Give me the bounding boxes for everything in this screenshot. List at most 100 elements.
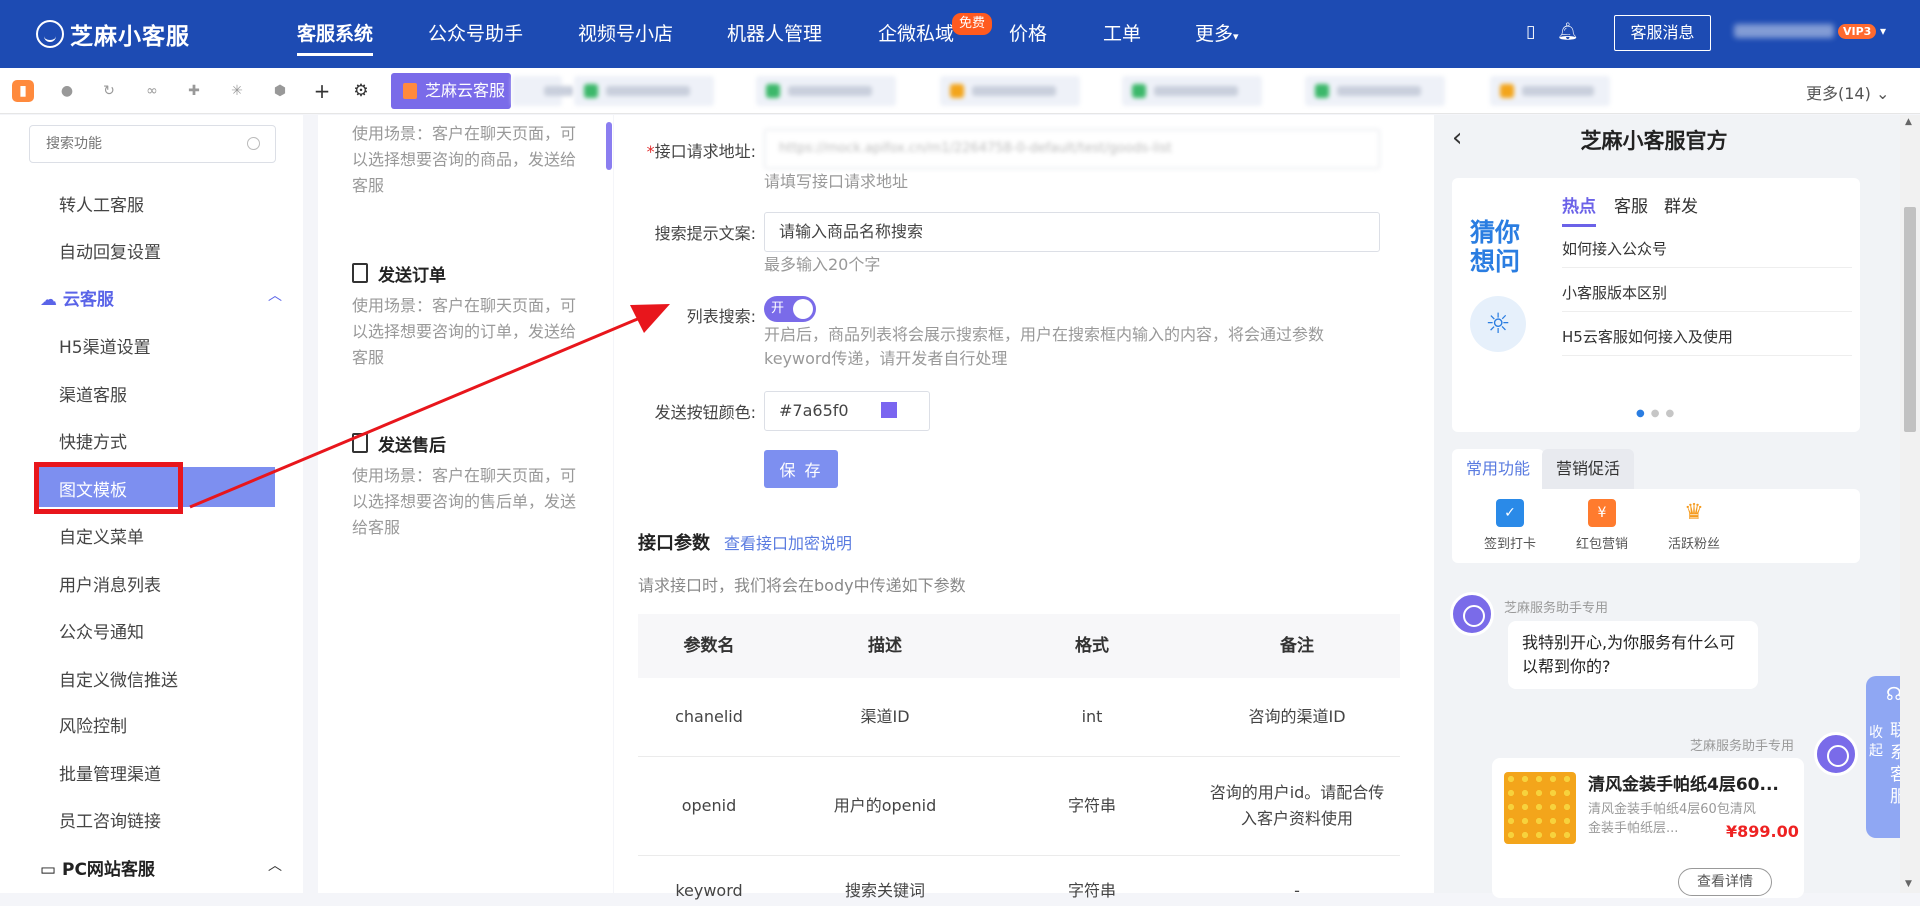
- carousel-dots[interactable]: ●●●: [1636, 408, 1680, 419]
- sidebar-item-wechat-push[interactable]: 自定义微信推送: [59, 666, 178, 691]
- sidebar-item-custom-menu[interactable]: 自定义菜单: [59, 523, 144, 548]
- sidebar-item-h5[interactable]: H5渠道设置: [59, 333, 151, 358]
- cube-icon[interactable]: ⬢: [269, 80, 291, 102]
- encryption-doc-link[interactable]: 查看接口加密说明: [724, 530, 852, 554]
- sidebar-item-staff-link[interactable]: 员工咨询链接: [59, 807, 161, 832]
- sidebar-item-message-list[interactable]: 用户消息列表: [59, 571, 161, 596]
- search-text-input[interactable]: 请输入商品名称搜索: [764, 212, 1380, 252]
- search-text-label: 搜索提示文案:: [654, 224, 756, 243]
- refresh-icon[interactable]: ↻: [98, 80, 120, 102]
- sidebar-item-channel-agent[interactable]: 渠道客服: [59, 381, 127, 406]
- tab-marketing[interactable]: 营销促活: [1542, 449, 1635, 489]
- list-search-toggle[interactable]: 开: [764, 296, 816, 322]
- tab-active-chat[interactable]: 芝麻云客服: [391, 73, 511, 109]
- greeting-bubble: 我特别开心,为你服务有什么可以帮到你的?: [1508, 621, 1758, 689]
- top-navbar: 芝麻小客服 客服系统 公众号助手 视频号小店 机器人管理 企微私域 免费 价格 …: [0, 0, 1920, 68]
- save-button[interactable]: 保 存: [764, 450, 838, 488]
- sidebar-group-pc[interactable]: ▭ PC网站客服: [40, 855, 155, 880]
- agent-avatar: [1814, 732, 1858, 776]
- calendar-icon: ✓: [1496, 499, 1524, 527]
- sidebar-item-shortcut[interactable]: 快捷方式: [59, 428, 127, 453]
- tab-service[interactable]: 客服: [1614, 192, 1648, 217]
- func-redpacket[interactable]: ¥ 红包营销: [1562, 499, 1642, 552]
- gear-icon[interactable]: ⚙: [350, 80, 372, 102]
- tab-broadcast[interactable]: 群发: [1664, 192, 1698, 217]
- nav-ticket[interactable]: 工单: [1103, 0, 1141, 68]
- faq-item[interactable]: 如何接入公众号: [1562, 238, 1852, 268]
- nav-robot[interactable]: 机器人管理: [727, 0, 822, 68]
- search-text-hint: 最多输入20个字: [764, 255, 881, 274]
- service-message-button[interactable]: 客服消息: [1614, 15, 1711, 51]
- list-search-label: 列表搜索:: [686, 307, 756, 326]
- nav-official-account[interactable]: 公众号助手: [428, 0, 523, 68]
- view-detail-button[interactable]: 查看详情: [1678, 868, 1772, 896]
- template-scrollbar[interactable]: [606, 122, 612, 170]
- search-icon[interactable]: [247, 137, 260, 150]
- scroll-down-icon[interactable]: ▼: [1905, 879, 1912, 889]
- sidebar-item-risk[interactable]: 风险控制: [59, 712, 127, 737]
- brand-logo[interactable]: 芝麻小客服: [36, 17, 190, 51]
- sidebar-item-transfer-human[interactable]: 转人工客服: [59, 191, 144, 216]
- table-cell: openid: [681, 796, 737, 815]
- bell-icon[interactable]: 🔔︎: [1557, 22, 1579, 42]
- color-swatch[interactable]: [881, 402, 897, 418]
- chevron-up-icon[interactable]: ︿: [268, 285, 282, 305]
- scrollbar-thumb[interactable]: [1904, 207, 1916, 432]
- preview-title: 芝麻小客服官方: [1580, 129, 1728, 153]
- nav-more[interactable]: 更多▾: [1195, 0, 1239, 68]
- username[interactable]: [1734, 24, 1834, 38]
- table-cell: 字符串: [1067, 881, 1116, 900]
- sidebar: 转人工客服 自动回复设置 ☁ 云客服 ︿ H5渠道设置 渠道客服 快捷方式 图文…: [0, 115, 303, 893]
- annotation-red-box: [34, 462, 183, 514]
- snowflake-icon[interactable]: ✳: [226, 80, 248, 102]
- sidebar-item-batch[interactable]: 批量管理渠道: [59, 760, 161, 785]
- sidebar-item-auto-reply[interactable]: 自动回复设置: [59, 238, 161, 263]
- tab-blurred[interactable]: [1122, 76, 1262, 106]
- more-tabs-dropdown[interactable]: 更多(14) ⌄: [1806, 80, 1889, 104]
- nav-video-shop[interactable]: 视频号小店: [578, 0, 673, 68]
- template-title[interactable]: 发送订单: [352, 261, 446, 286]
- nav-price[interactable]: 价格: [1009, 0, 1047, 68]
- collapse-label[interactable]: 收起: [1869, 724, 1885, 760]
- faq-item[interactable]: H5云客服如何接入及使用: [1562, 326, 1852, 356]
- table-cell: 搜索关键词: [844, 881, 925, 900]
- product-card[interactable]: 清风金装手帕纸4层60... 清风金装手帕纸4层60包清风金装手帕纸层... ¥…: [1492, 758, 1804, 898]
- chat-bubble-icon[interactable]: ●: [56, 80, 78, 102]
- bulb-icon: ☼: [1470, 296, 1526, 352]
- tab-blurred[interactable]: [574, 76, 714, 106]
- tab-blurred[interactable]: [756, 76, 896, 106]
- puzzle-icon[interactable]: ✚: [183, 80, 205, 102]
- url-label: *接口请求地址:: [646, 142, 756, 161]
- button-color-input[interactable]: #7a65f0: [764, 391, 930, 431]
- redpacket-icon: ¥: [1588, 499, 1616, 527]
- sidebar-item-oa-notify[interactable]: 公众号通知: [59, 618, 144, 643]
- chevron-up-icon[interactable]: ︿: [268, 855, 282, 875]
- mobile-preview: ‹ 芝麻小客服官方 猜你想问 ☼ 热点 客服 群发 如何接入公众号 小客服版本区…: [1434, 115, 1920, 898]
- func-checkin[interactable]: ✓ 签到打卡: [1470, 499, 1550, 552]
- monitor-icon: ▭: [40, 860, 57, 880]
- sidebar-group-cloud[interactable]: ☁ 云客服: [40, 285, 114, 310]
- link-icon[interactable]: ∞: [141, 80, 163, 102]
- feature-search-input[interactable]: [29, 125, 276, 163]
- mobile-icon[interactable]: ▯: [1526, 22, 1535, 42]
- table-cell: keyword: [675, 881, 743, 900]
- template-title[interactable]: 发送售后: [352, 431, 446, 456]
- tab-blurred[interactable]: [940, 76, 1080, 106]
- tab-blurred[interactable]: [512, 76, 574, 106]
- tab-common-functions[interactable]: 常用功能: [1452, 449, 1545, 489]
- mobile-channel-icon[interactable]: ▮: [12, 80, 34, 102]
- tab-hot[interactable]: 热点: [1562, 192, 1596, 227]
- add-icon[interactable]: +: [311, 80, 333, 102]
- nav-wecom[interactable]: 企微私域: [878, 0, 954, 68]
- faq-item[interactable]: 小客服版本区别: [1562, 282, 1852, 312]
- tab-blurred[interactable]: [1305, 76, 1445, 106]
- tab-blurred[interactable]: [1490, 76, 1610, 106]
- func-active-fans[interactable]: ♛ 活跃粉丝: [1654, 499, 1734, 552]
- page-scrollbar[interactable]: ▲ ▼: [1900, 115, 1920, 893]
- table-cell: 字符串: [1067, 796, 1116, 815]
- scroll-up-icon[interactable]: ▲: [1905, 117, 1912, 127]
- url-input[interactable]: https://mock.apifox.cn/m1/2264758-0-defa…: [764, 129, 1380, 169]
- table-cell: 渠道ID: [860, 707, 910, 726]
- nav-customer-service[interactable]: 客服系统: [297, 0, 374, 68]
- user-menu-chevron-icon[interactable]: ▾: [1880, 24, 1886, 38]
